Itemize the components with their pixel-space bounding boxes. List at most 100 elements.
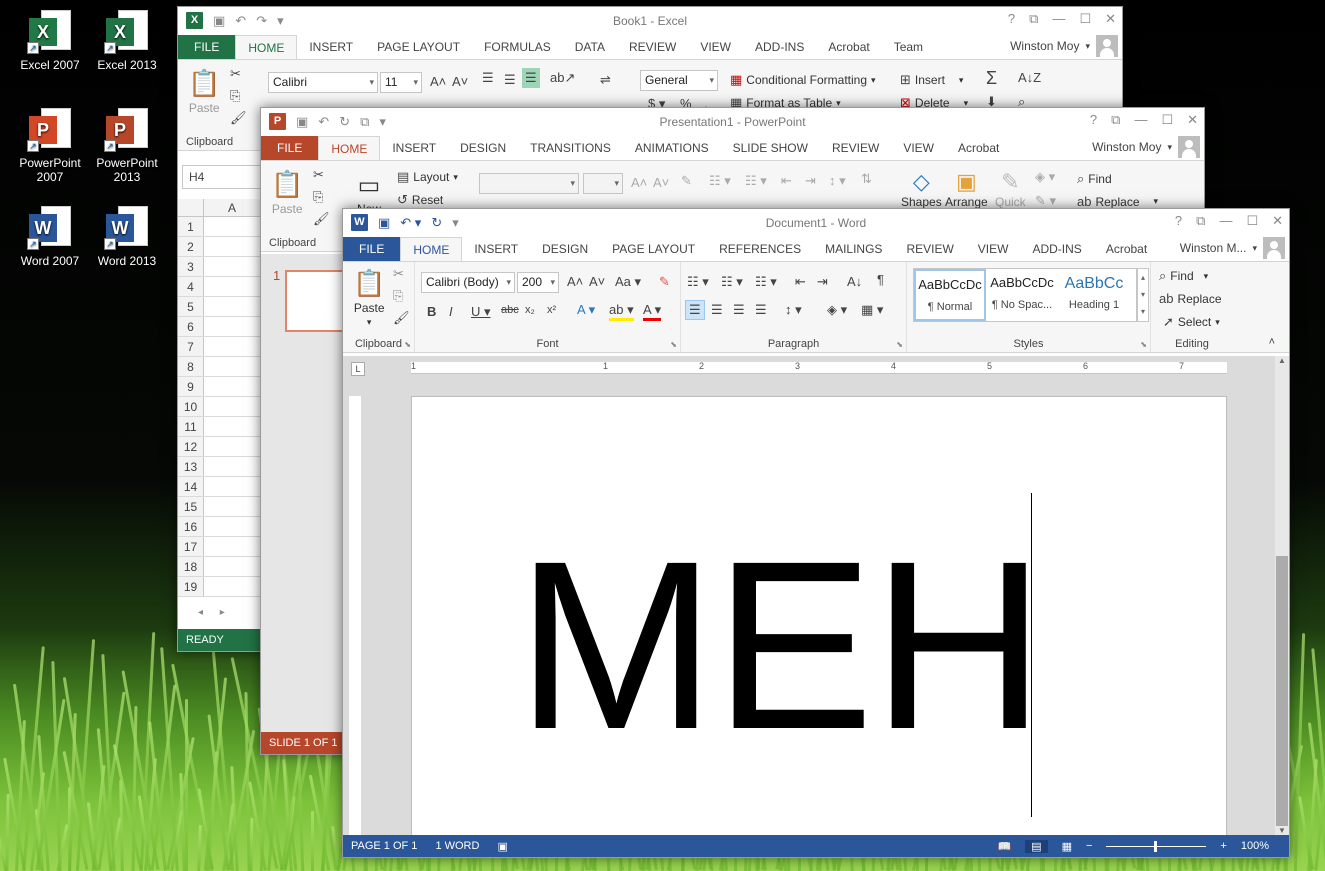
insert-cells-button[interactable]: ⊞ Insert ▾ bbox=[900, 72, 963, 88]
desktop-shortcut[interactable]: P ↗ PowerPoint 2013 bbox=[89, 106, 165, 184]
tab-review[interactable]: REVIEW bbox=[617, 35, 688, 59]
close-icon[interactable]: ✕ bbox=[1272, 213, 1283, 229]
slide-thumbnail[interactable] bbox=[285, 270, 345, 332]
excel-titlebar[interactable]: X ▣ ↶ ↷ ▾ Book1 - Excel ? ⧉ — ☐ ✕ bbox=[178, 7, 1122, 35]
cell[interactable] bbox=[204, 277, 260, 296]
font-size-select[interactable]: 11 bbox=[380, 72, 422, 93]
shading-icon[interactable]: ◈ ▾ bbox=[827, 302, 847, 318]
ppt-titlebar[interactable]: P ▣ ↶ ↻ ⧉ ▾ Presentation1 - PowerPoint ?… bbox=[261, 108, 1204, 136]
tab-transitions[interactable]: TRANSITIONS bbox=[518, 136, 623, 160]
table-row[interactable]: 6 bbox=[178, 317, 260, 337]
slide-thumbnail-pane[interactable]: 1 bbox=[261, 254, 345, 732]
row-header[interactable]: 7 bbox=[178, 337, 204, 356]
numbering-icon[interactable]: ☷ ▾ bbox=[721, 274, 743, 290]
row-header[interactable]: 2 bbox=[178, 237, 204, 256]
cell[interactable] bbox=[204, 317, 260, 336]
cell[interactable] bbox=[204, 577, 260, 596]
font-size-select[interactable] bbox=[583, 173, 623, 194]
table-row[interactable]: 3 bbox=[178, 257, 260, 277]
tab-selector[interactable]: L bbox=[351, 362, 365, 376]
wrap-text-icon[interactable]: ⇌ bbox=[600, 72, 611, 88]
cell[interactable] bbox=[204, 517, 260, 536]
align-center-icon[interactable]: ☰ bbox=[711, 302, 723, 318]
cut-icon[interactable]: ✂ bbox=[393, 266, 404, 282]
minimize-icon[interactable]: — bbox=[1052, 11, 1065, 27]
row-header[interactable]: 5 bbox=[178, 297, 204, 316]
shrink-font-icon[interactable]: A˅ bbox=[589, 274, 605, 289]
justify-icon[interactable]: ☰ bbox=[755, 302, 767, 318]
tab-insert[interactable]: INSERT bbox=[380, 136, 448, 160]
cell[interactable] bbox=[204, 217, 260, 236]
cell[interactable] bbox=[204, 397, 260, 416]
row-header[interactable]: 19 bbox=[178, 577, 204, 596]
tab-review[interactable]: REVIEW bbox=[894, 237, 965, 261]
copy-icon[interactable]: ⎘ bbox=[230, 88, 240, 104]
ribbon-display-icon[interactable]: ⧉ bbox=[1029, 11, 1038, 27]
tab-file[interactable]: FILE bbox=[343, 237, 401, 261]
line-spacing-icon[interactable]: ↕ ▾ bbox=[785, 302, 802, 318]
help-icon[interactable]: ? bbox=[1090, 112, 1097, 128]
tab-formulas[interactable]: FORMULAS bbox=[472, 35, 563, 59]
tab-view[interactable]: VIEW bbox=[891, 136, 946, 160]
font-name-select[interactable]: Calibri (Body) bbox=[421, 272, 515, 293]
desktop-shortcut[interactable]: W ↗ Word 2013 bbox=[89, 204, 165, 268]
word-count[interactable]: 1 WORD bbox=[435, 840, 479, 852]
cell[interactable] bbox=[204, 497, 260, 516]
word-titlebar[interactable]: W ▣ ↶ ▾ ↻ ▾ Document1 - Word ? ⧉ — ☐ ✕ bbox=[343, 209, 1289, 237]
tab-animations[interactable]: ANIMATIONS bbox=[623, 136, 721, 160]
zoom-level[interactable]: 100% bbox=[1241, 840, 1269, 852]
row-header[interactable]: 15 bbox=[178, 497, 204, 516]
minimize-icon[interactable]: — bbox=[1134, 112, 1147, 128]
format-painter-icon[interactable]: 🖌 bbox=[230, 110, 247, 126]
line-spacing-icon[interactable]: ↕ ▾ bbox=[829, 173, 846, 189]
page-count[interactable]: PAGE 1 OF 1 bbox=[351, 840, 417, 852]
cell[interactable] bbox=[204, 297, 260, 316]
cell[interactable] bbox=[204, 457, 260, 476]
align-middle-icon[interactable]: ☰ bbox=[504, 72, 516, 88]
sort-icon[interactable]: A↓ bbox=[847, 274, 862, 289]
tab-acrobat[interactable]: Acrobat bbox=[816, 35, 881, 59]
tab-add-ins[interactable]: ADD-INS bbox=[743, 35, 816, 59]
row-header[interactable]: 12 bbox=[178, 437, 204, 456]
font-size-select[interactable]: 200 bbox=[517, 272, 559, 293]
tab-acrobat[interactable]: Acrobat bbox=[946, 136, 1011, 160]
quick-styles-button[interactable]: ✎ Quick bbox=[995, 169, 1026, 209]
table-row[interactable]: 2 bbox=[178, 237, 260, 257]
align-right-icon[interactable]: ☰ bbox=[733, 302, 745, 318]
styles-scroll[interactable]: ▴ ▾ ▾ bbox=[1137, 268, 1149, 322]
shrink-font-icon[interactable]: A˅ bbox=[452, 74, 468, 89]
name-box[interactable]: H4 bbox=[182, 165, 262, 189]
cell[interactable] bbox=[204, 417, 260, 436]
font-name-select[interactable] bbox=[479, 173, 579, 194]
row-header[interactable]: 13 bbox=[178, 457, 204, 476]
row-header[interactable]: 16 bbox=[178, 517, 204, 536]
styles-gallery[interactable]: AaBbCcDc ¶ Normal AaBbCcDc ¶ No Spac... … bbox=[913, 268, 1137, 322]
shape-fill-icon[interactable]: ◈ ▾ bbox=[1035, 169, 1055, 185]
row-header[interactable]: 6 bbox=[178, 317, 204, 336]
user-name[interactable]: Winston Moy bbox=[1092, 140, 1161, 154]
tab-view[interactable]: VIEW bbox=[688, 35, 743, 59]
dialog-launcher-icon[interactable]: ⬊ bbox=[670, 340, 677, 349]
text-effects-icon[interactable]: A ▾ bbox=[577, 302, 595, 318]
font-color-icon[interactable]: A ▾ bbox=[643, 302, 662, 321]
sheet-grid[interactable]: A 1 2 3 4 5 6 7 8 9 10 11 12 13 14 15 16 17 18 19 bbox=[178, 199, 260, 597]
dialog-launcher-icon[interactable]: ⬊ bbox=[896, 340, 903, 349]
table-row[interactable]: 4 bbox=[178, 277, 260, 297]
tab-mailings[interactable]: MAILINGS bbox=[813, 237, 894, 261]
cell[interactable] bbox=[204, 237, 260, 256]
change-case-icon[interactable]: Aa ▾ bbox=[615, 274, 641, 290]
find-button[interactable]: ⌕ Find bbox=[1077, 171, 1112, 187]
increase-indent-icon[interactable]: ⇥ bbox=[817, 274, 828, 290]
table-row[interactable]: 13 bbox=[178, 457, 260, 477]
read-mode-icon[interactable]: 📖 bbox=[997, 840, 1011, 853]
select-all-corner[interactable] bbox=[178, 199, 204, 216]
increase-indent-icon[interactable]: ⇥ bbox=[805, 173, 816, 189]
maximize-icon[interactable]: ☐ bbox=[1246, 213, 1258, 229]
web-layout-icon[interactable]: ▦ bbox=[1062, 840, 1072, 853]
copy-icon[interactable]: ⎘ bbox=[313, 189, 323, 205]
zoom-out-icon[interactable]: − bbox=[1086, 840, 1092, 852]
table-row[interactable]: 11 bbox=[178, 417, 260, 437]
select-button[interactable]: ➚ Select ▾ bbox=[1163, 314, 1220, 330]
bullets-icon[interactable]: ☷ ▾ bbox=[709, 173, 731, 189]
table-row[interactable]: 1 bbox=[178, 217, 260, 237]
